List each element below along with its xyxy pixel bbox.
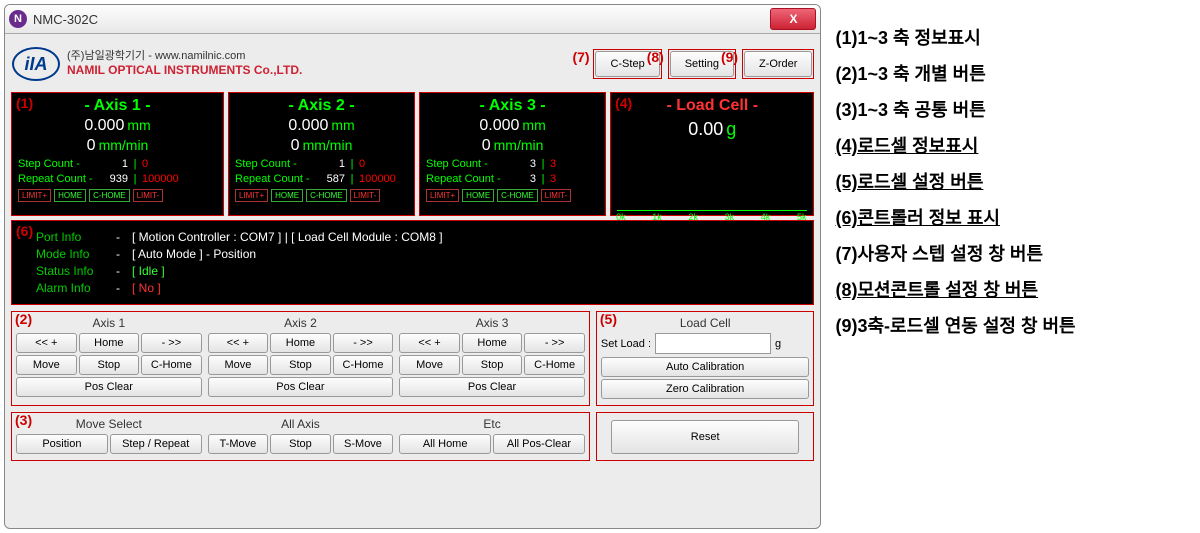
axis2-stop-button[interactable]: Stop <box>270 355 331 375</box>
axis3-panel: - Axis 3 - 0.000mm 0mm/min Step Count -3… <box>419 92 606 216</box>
limit-minus-indicator: LIMIT- <box>133 189 164 202</box>
legend-item: (1)1~3 축 정보표시 <box>835 20 1190 56</box>
axis2-posclear-button[interactable]: Pos Clear <box>208 377 394 397</box>
axis1-jogplus-button[interactable]: - >> <box>141 333 202 353</box>
axis3-stop-button[interactable]: Stop <box>462 355 523 375</box>
axis2-move-button[interactable]: Move <box>208 355 269 375</box>
legend-item: (9)3축-로드셀 연동 설정 창 버튼 <box>835 308 1190 344</box>
home-indicator: HOME <box>54 189 86 202</box>
allhome-button[interactable]: All Home <box>399 434 491 454</box>
loadcell-chart: 0k 1k 2k 3k 4k 5k <box>617 150 807 211</box>
axis3-move-button[interactable]: Move <box>399 355 460 375</box>
reset-group: Reset <box>596 412 815 461</box>
smove-button[interactable]: S-Move <box>333 434 394 454</box>
position-button[interactable]: Position <box>16 434 108 454</box>
legend-item: (7)사용자 스텝 설정 창 버튼 <box>835 236 1190 272</box>
legend-item: (3)1~3 축 공통 버튼 <box>835 92 1190 128</box>
axis3-home-button[interactable]: Home <box>462 333 523 353</box>
axis2-panel: - Axis 2 - 0.000mm 0mm/min Step Count -1… <box>228 92 415 216</box>
tmove-button[interactable]: T-Move <box>208 434 269 454</box>
axis-common-controls: (3) Move Select PositionStep / Repeat Al… <box>11 412 590 461</box>
axis3-posclear-button[interactable]: Pos Clear <box>399 377 585 397</box>
axis3-jogminus-button[interactable]: << + <box>399 333 460 353</box>
allposclear-button[interactable]: All Pos-Clear <box>493 434 585 454</box>
axis1-move-button[interactable]: Move <box>16 355 77 375</box>
axis-individual-controls: (2) Axis 1 << +Home- >> MoveStopC-Home P… <box>11 311 590 406</box>
setload-input[interactable] <box>655 333 771 354</box>
allstop-button[interactable]: Stop <box>270 434 331 454</box>
axis1-chome-button[interactable]: C-Home <box>141 355 202 375</box>
zerocal-button[interactable]: Zero Calibration <box>601 379 810 399</box>
limit-plus-indicator: LIMIT+ <box>18 189 51 202</box>
company-text: (주)남일광학기기 - www.namilnic.com NAMIL OPTIC… <box>67 50 302 78</box>
steprepeat-button[interactable]: Step / Repeat <box>110 434 202 454</box>
company-logo: iIA <box>11 44 61 84</box>
legend-panel: (1)1~3 축 정보표시 (2)1~3 축 개별 버튼 (3)1~3 축 공통… <box>825 0 1200 533</box>
axis1-home-button[interactable]: Home <box>79 333 140 353</box>
legend-item: (4)로드셀 정보표시 <box>835 128 1190 164</box>
axis2-jogminus-button[interactable]: << + <box>208 333 269 353</box>
legend-item: (6)콘트롤러 정보 표시 <box>835 200 1190 236</box>
app-icon: N <box>9 10 27 28</box>
axis1-panel: (1) - Axis 1 - 0.000mm 0mm/min Step Coun… <box>11 92 224 216</box>
axis2-jogplus-button[interactable]: - >> <box>333 333 394 353</box>
legend-item: (8)모션콘트롤 설정 창 버튼 <box>835 272 1190 308</box>
close-button[interactable]: X <box>770 8 816 30</box>
chome-indicator: C-HOME <box>89 189 129 202</box>
legend-item: (2)1~3 축 개별 버튼 <box>835 56 1190 92</box>
axis1-posclear-button[interactable]: Pos Clear <box>16 377 202 397</box>
loadcell-controls: (5) Load Cell Set Load :g Auto Calibrati… <box>596 311 815 406</box>
autocal-button[interactable]: Auto Calibration <box>601 357 810 377</box>
axis1-stop-button[interactable]: Stop <box>79 355 140 375</box>
controller-info-panel: (6) Port Info-[ Motion Controller : COM7… <box>11 220 814 305</box>
axis1-jogminus-button[interactable]: << + <box>16 333 77 353</box>
legend-item: (5)로드셀 설정 버튼 <box>835 164 1190 200</box>
reset-button[interactable]: Reset <box>611 420 799 454</box>
zorder-button[interactable]: Z-Order <box>744 51 813 77</box>
window-title: NMC-302C <box>33 12 770 27</box>
axis3-jogplus-button[interactable]: - >> <box>524 333 585 353</box>
titlebar: N NMC-302C X <box>5 5 820 34</box>
axis2-chome-button[interactable]: C-Home <box>333 355 394 375</box>
axis2-home-button[interactable]: Home <box>270 333 331 353</box>
loadcell-panel: (4) - Load Cell - 0.00g 0k 1k 2k 3k 4k 5… <box>610 92 814 216</box>
axis3-chome-button[interactable]: C-Home <box>524 355 585 375</box>
application-window: N NMC-302C X iIA (주)남일광학기기 - www.namilni… <box>4 4 821 529</box>
